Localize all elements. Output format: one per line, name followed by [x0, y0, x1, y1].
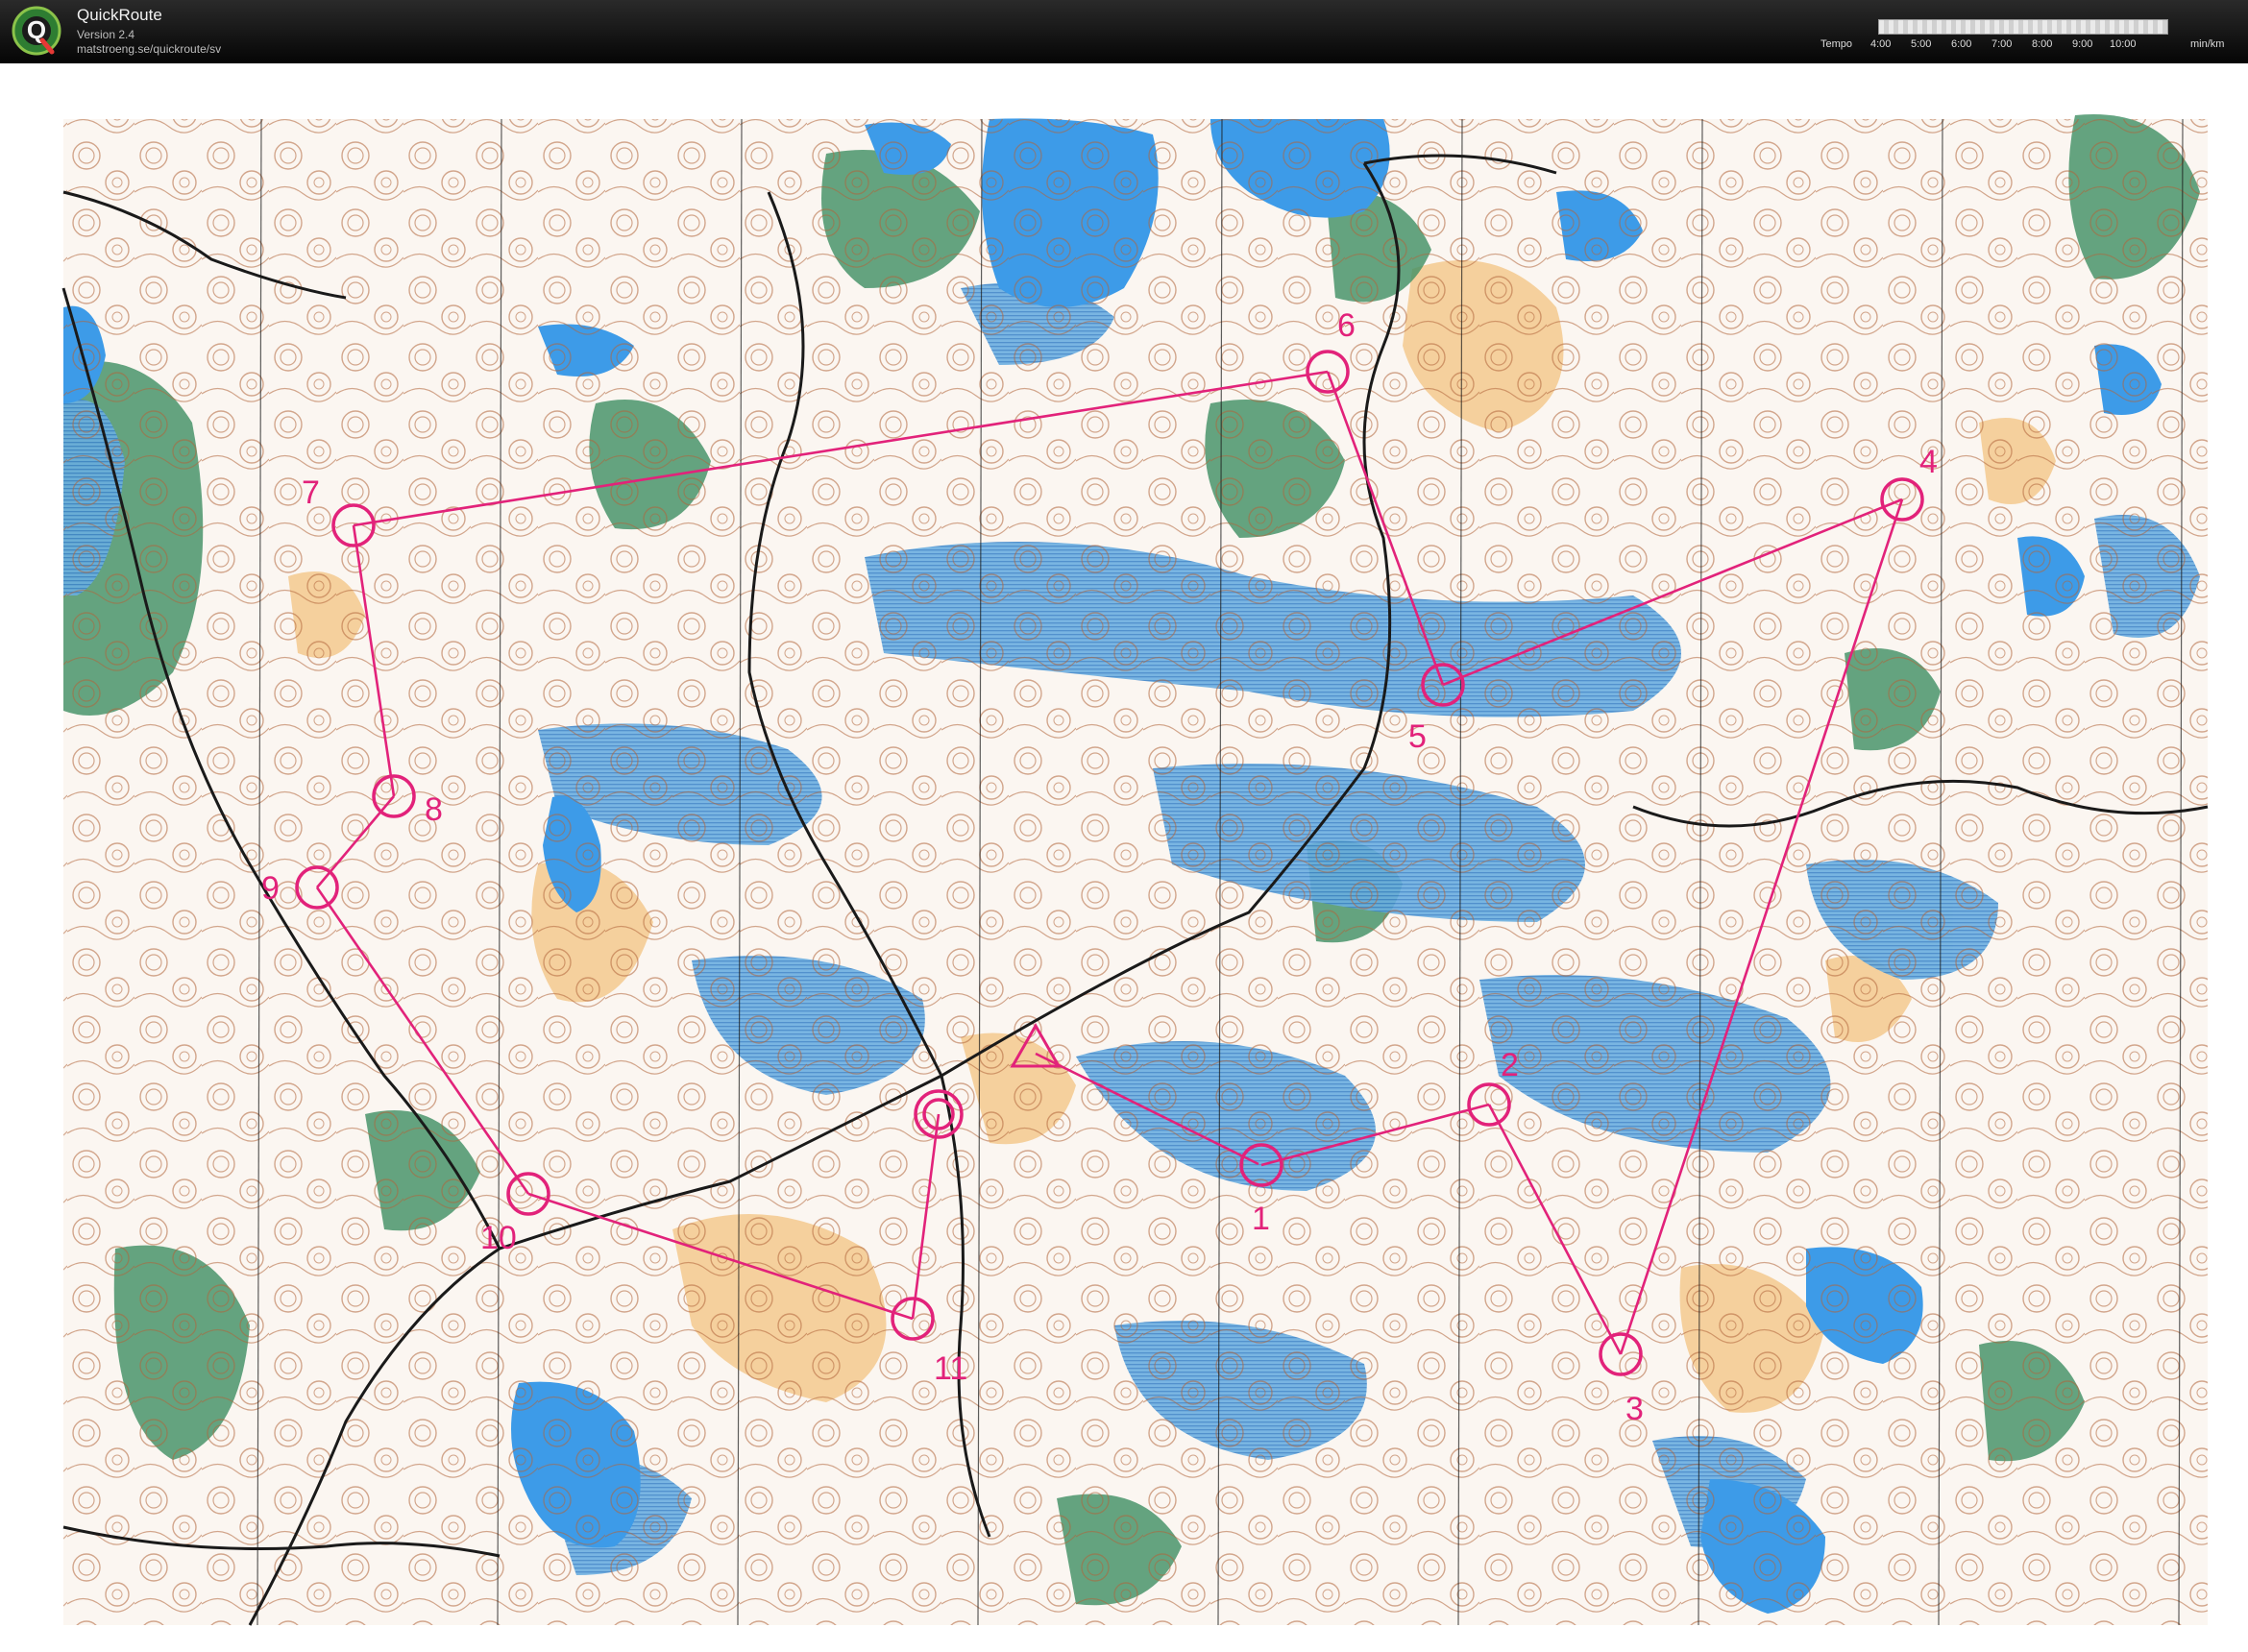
tempo-tick: 7:00 — [1991, 38, 2013, 50]
app-title: QuickRoute — [77, 6, 162, 24]
quickroute-logo-icon: Q — [12, 6, 61, 56]
control-number-1: 1 — [1252, 1201, 1270, 1237]
tempo-tick: 8:00 — [2032, 38, 2053, 50]
tempo-unit: min/km — [2190, 38, 2225, 50]
tempo-tick: 5:00 — [1911, 38, 1932, 50]
tempo-label: Tempo — [1820, 38, 1853, 50]
control-number-2: 2 — [1501, 1047, 1519, 1083]
orienteering-map[interactable]: 1 2 3 4 5 6 7 8 9 10 11 — [0, 63, 2248, 1652]
app-header: Q QuickRoute Version 2.4 matstroeng.se/q… — [0, 0, 2248, 63]
control-number-4: 4 — [1919, 444, 1938, 480]
control-number-11: 11 — [934, 1350, 967, 1387]
contour-lines — [63, 119, 2208, 1625]
control-number-5: 5 — [1408, 718, 1427, 755]
control-number-10: 10 — [480, 1220, 517, 1256]
control-number-3: 3 — [1625, 1391, 1644, 1427]
tempo-tick: 9:00 — [2072, 38, 2093, 50]
control-number-6: 6 — [1337, 307, 1356, 344]
app-url[interactable]: matstroeng.se/quickroute/sv — [77, 42, 221, 56]
tempo-color-scale[interactable] — [1878, 19, 2168, 35]
control-number-8: 8 — [425, 791, 443, 828]
tempo-tick: 4:00 — [1870, 38, 1892, 50]
control-number-7: 7 — [302, 474, 320, 511]
tempo-tick: 10:00 — [2110, 38, 2137, 50]
control-number-9: 9 — [261, 870, 280, 907]
app-version: Version 2.4 — [77, 28, 135, 41]
tempo-tick: 6:00 — [1951, 38, 1972, 50]
